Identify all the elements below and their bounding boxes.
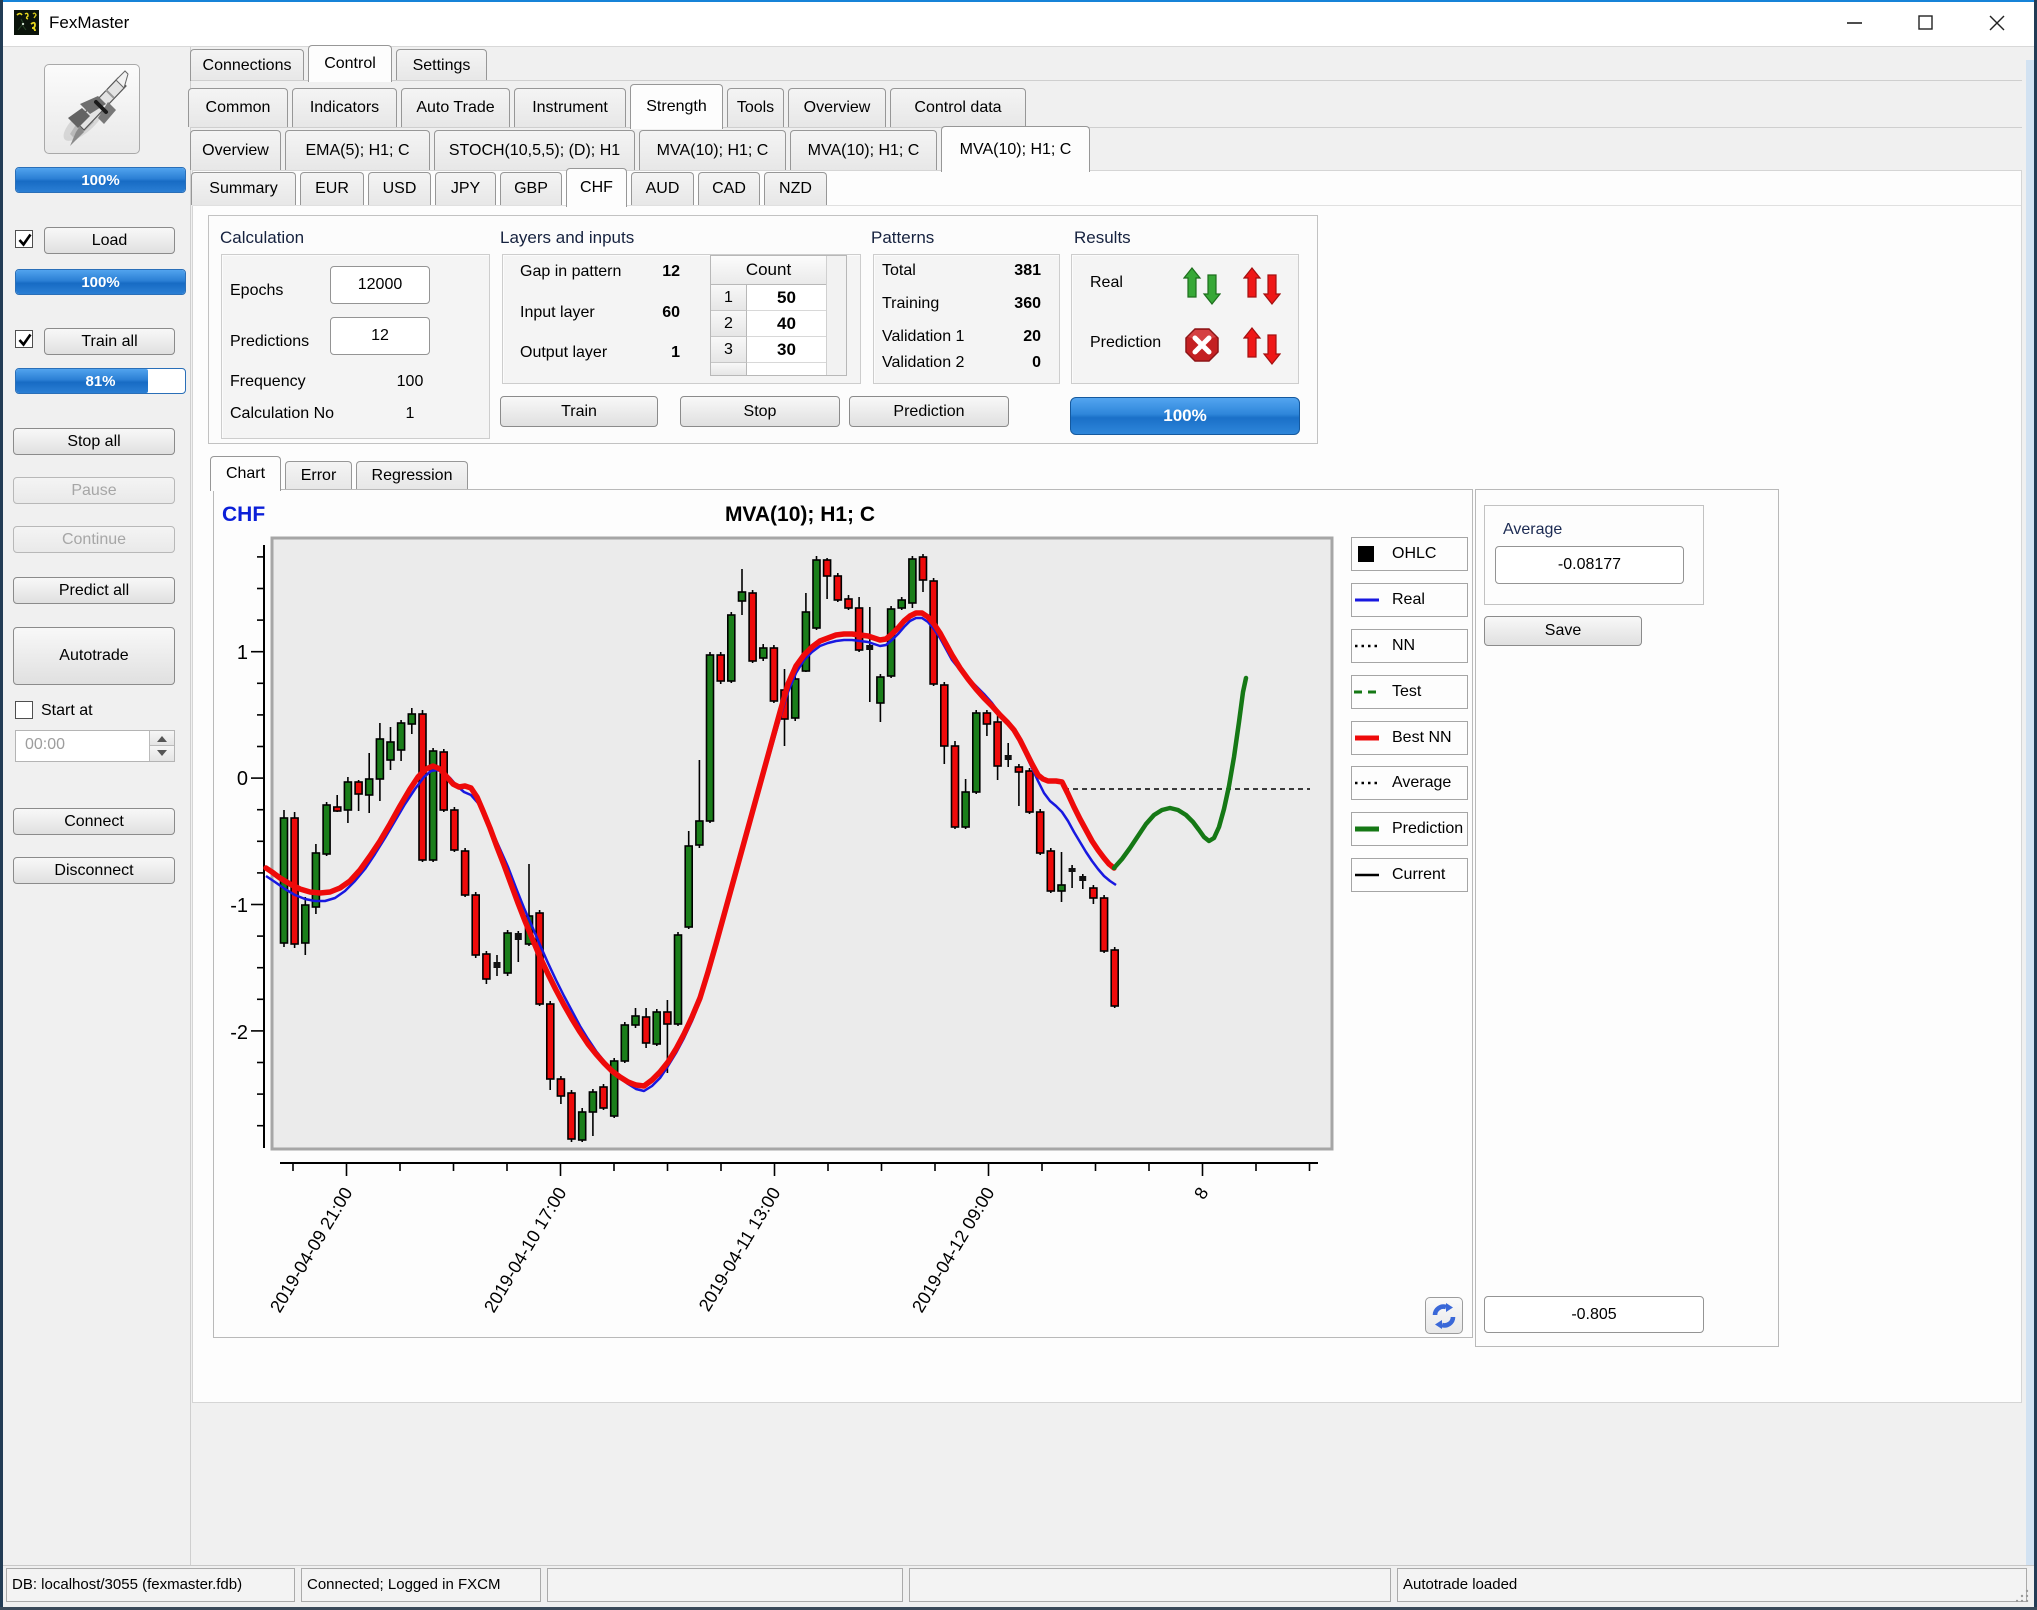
svg-text:-1: -1	[230, 895, 248, 917]
svg-text:8: 8	[1190, 1184, 1212, 1203]
svg-text:2019-04-11 13:00: 2019-04-11 13:00	[695, 1184, 785, 1315]
svg-text:1: 1	[237, 642, 248, 664]
svg-text:2019-04-12 09:00: 2019-04-12 09:00	[908, 1184, 998, 1316]
svg-text:0: 0	[237, 768, 248, 790]
svg-text:2019-04-09 21:00: 2019-04-09 21:00	[266, 1184, 356, 1316]
svg-text:-2: -2	[230, 1022, 248, 1044]
svg-text:2019-04-10 17:00: 2019-04-10 17:00	[480, 1184, 570, 1316]
